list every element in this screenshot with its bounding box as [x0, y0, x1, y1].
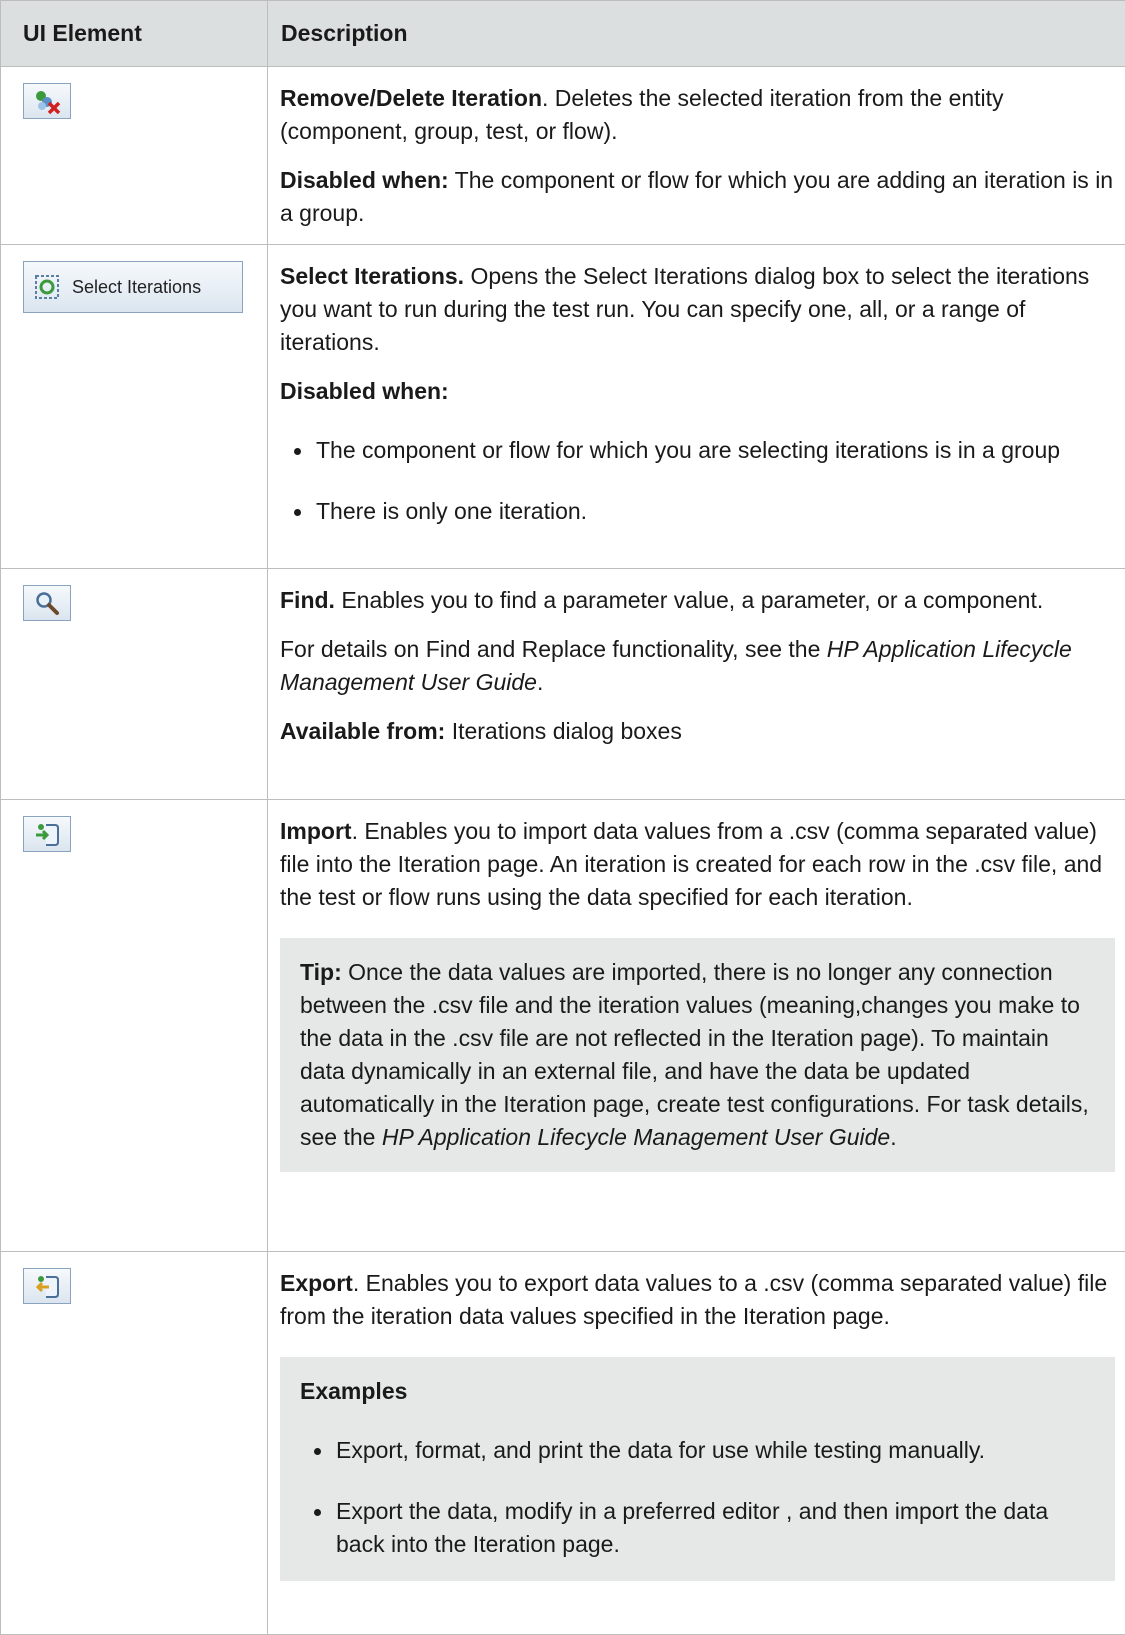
ui-element-cell — [1, 67, 268, 245]
remove-iteration-icon — [32, 88, 62, 114]
disabled-paragraph: Disabled when: — [280, 375, 1115, 408]
description-paragraph: Remove/Delete Iteration. Deletes the sel… — [280, 82, 1115, 148]
disabled-label: Disabled when: — [280, 378, 449, 404]
element-title: Export — [280, 1270, 353, 1296]
select-iterations-label: Select Iterations — [72, 271, 201, 304]
description-cell: Find. Enables you to find a parameter va… — [268, 569, 1125, 800]
element-title: Remove/Delete Iteration — [280, 85, 542, 111]
ui-element-cell — [1, 569, 268, 800]
table-row: Export. Enables you to export data value… — [1, 1252, 1125, 1635]
list-item: The component or flow for which you are … — [294, 434, 1115, 467]
import-icon — [33, 820, 61, 848]
description-cell: Remove/Delete Iteration. Deletes the sel… — [268, 67, 1125, 245]
description-text: . Enables you to export data values to a… — [280, 1270, 1107, 1329]
details-text: For details on Find and Replace function… — [280, 636, 827, 662]
table-header-row: UI Element Description — [1, 1, 1125, 67]
import-button[interactable] — [23, 816, 71, 852]
element-title: Find. — [280, 587, 335, 613]
ui-element-cell — [1, 1252, 268, 1635]
description-cell: Select Iterations. Opens the Select Iter… — [268, 245, 1125, 569]
list-item: Export, format, and print the data for u… — [314, 1434, 1095, 1467]
guide-title: HP Application Lifecycle Management User… — [382, 1124, 890, 1150]
find-icon — [34, 590, 60, 616]
description-text: Enables you to find a parameter value, a… — [335, 587, 1043, 613]
description-paragraph: Export. Enables you to export data value… — [280, 1267, 1115, 1333]
examples-box: Examples Export, format, and print the d… — [280, 1357, 1115, 1581]
tip-end: . — [890, 1124, 896, 1150]
export-icon — [33, 1272, 61, 1300]
table-row: Import. Enables you to import data value… — [1, 800, 1125, 1252]
ui-element-cell: Select Iterations — [1, 245, 268, 569]
tip-paragraph: Tip: Once the data values are imported, … — [300, 956, 1095, 1154]
remove-iteration-button[interactable] — [23, 83, 71, 119]
column-header-description: Description — [268, 1, 1125, 67]
details-end: . — [537, 669, 543, 695]
details-paragraph: For details on Find and Replace function… — [280, 633, 1115, 699]
description-text: . Enables you to import data values from… — [280, 818, 1102, 910]
available-label: Available from: — [280, 718, 445, 744]
find-button[interactable] — [23, 585, 71, 621]
examples-list: Export, format, and print the data for u… — [300, 1434, 1095, 1561]
column-header-ui-element: UI Element — [1, 1, 268, 67]
element-title: Select Iterations. — [280, 263, 464, 289]
available-text: Iterations dialog boxes — [445, 718, 682, 744]
ui-elements-table: UI Element Description Remove/Delete Ite… — [0, 0, 1125, 1635]
tip-text: Once the data values are imported, there… — [300, 959, 1089, 1150]
description-paragraph: Import. Enables you to import data value… — [280, 815, 1115, 914]
available-paragraph: Available from: Iterations dialog boxes — [280, 715, 1115, 748]
description-cell: Import. Enables you to import data value… — [268, 800, 1125, 1252]
table-row: Find. Enables you to find a parameter va… — [1, 569, 1125, 800]
table-row: Remove/Delete Iteration. Deletes the sel… — [1, 67, 1125, 245]
tip-label: Tip: — [300, 959, 342, 985]
list-item: Export the data, modify in a preferred e… — [314, 1495, 1095, 1561]
disabled-label: Disabled when: — [280, 167, 449, 193]
disabled-paragraph: Disabled when: The component or flow for… — [280, 164, 1115, 230]
table-row: Select Iterations Select Iterations. Ope… — [1, 245, 1125, 569]
list-item: There is only one iteration. — [294, 495, 1115, 528]
description-paragraph: Find. Enables you to find a parameter va… — [280, 584, 1115, 617]
disabled-conditions-list: The component or flow for which you are … — [280, 434, 1115, 528]
description-paragraph: Select Iterations. Opens the Select Iter… — [280, 260, 1115, 359]
export-button[interactable] — [23, 1268, 71, 1304]
select-iterations-button[interactable]: Select Iterations — [23, 261, 243, 313]
ui-element-cell — [1, 800, 268, 1252]
element-title: Import — [280, 818, 352, 844]
tip-box: Tip: Once the data values are imported, … — [280, 938, 1115, 1172]
select-iterations-icon — [34, 274, 60, 300]
examples-heading: Examples — [300, 1375, 1095, 1408]
description-cell: Export. Enables you to export data value… — [268, 1252, 1125, 1635]
